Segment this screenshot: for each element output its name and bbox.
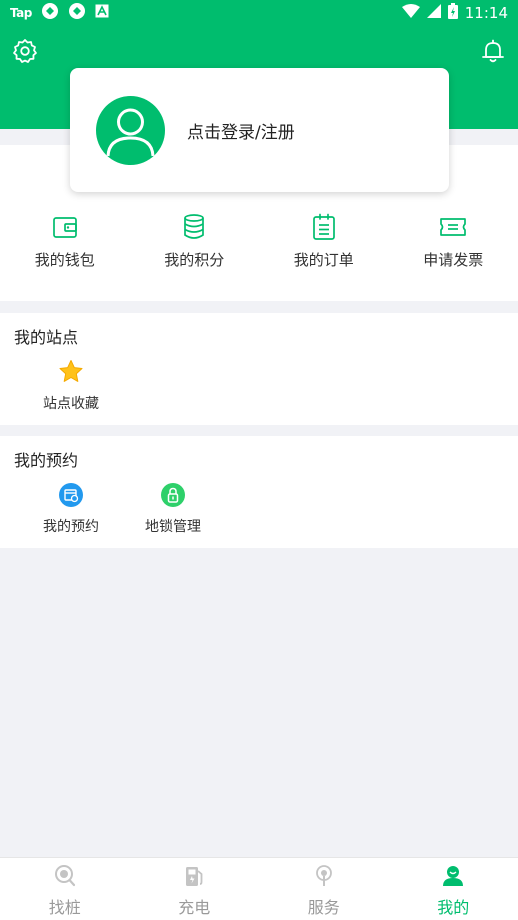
status-bar: Tap 11:14	[0, 0, 518, 26]
wifi-icon	[401, 4, 420, 22]
sync-icon	[68, 2, 86, 24]
my-stations-section: 我的站点 站点收藏	[0, 313, 518, 425]
quick-action-label: 我的订单	[293, 251, 354, 269]
quick-actions-row: 我的钱包 我的积分 我的订单 申请发票	[0, 212, 518, 282]
search-pin-icon	[54, 865, 76, 891]
clock-time: 11:14	[464, 4, 508, 22]
fuel-pump-icon	[183, 865, 205, 891]
bottom-tab-bar: 找桩 充电 服务 我的	[0, 857, 518, 920]
section-title: 我的站点	[14, 328, 79, 347]
orders-button[interactable]: 我的订单	[259, 212, 389, 282]
section-item-label: 我的预约	[43, 519, 99, 535]
ground-lock-button[interactable]: 地锁管理	[122, 482, 224, 536]
quick-action-label: 我的钱包	[34, 251, 95, 269]
tab-label: 找桩	[48, 898, 81, 917]
settings-button[interactable]	[10, 38, 40, 68]
station-favorites-button[interactable]: 站点收藏	[20, 359, 122, 413]
tab-find-charger[interactable]: 找桩	[0, 858, 130, 920]
reservations-button[interactable]: 我的预约	[20, 482, 122, 536]
bell-icon	[480, 38, 506, 68]
sync-icon	[41, 2, 59, 24]
tab-services[interactable]: 服务	[259, 858, 389, 920]
section-item-label: 地锁管理	[145, 519, 201, 535]
tab-label: 我的	[437, 898, 470, 917]
lock-icon	[161, 482, 185, 508]
invoice-button[interactable]: 申请发票	[389, 212, 518, 282]
section-item-label: 站点收藏	[43, 396, 99, 412]
quick-action-label: 我的积分	[164, 251, 225, 269]
status-system: 11:14	[401, 3, 508, 23]
order-list-icon	[312, 212, 336, 242]
tab-label: 充电	[178, 898, 211, 917]
tab-label: 服务	[307, 898, 340, 917]
tab-charge[interactable]: 充电	[130, 858, 260, 920]
app-notification-icon	[95, 4, 109, 22]
section-title: 我的预约	[14, 451, 79, 470]
login-card[interactable]: 点击登录/注册	[70, 68, 449, 192]
calendar-clock-icon	[59, 482, 83, 508]
tab-me[interactable]: 我的	[389, 858, 518, 920]
battery-icon	[447, 3, 458, 23]
cellular-signal-icon	[426, 4, 441, 22]
ticket-icon	[439, 212, 467, 242]
status-notifications: Tap	[10, 2, 109, 24]
gear-icon	[12, 38, 38, 68]
person-icon	[442, 865, 464, 891]
avatar[interactable]	[96, 95, 165, 165]
wallet-icon	[52, 212, 78, 242]
points-button[interactable]: 我的积分	[130, 212, 260, 282]
carrier-text: Tap	[10, 6, 32, 20]
signal-pin-icon	[313, 865, 335, 891]
wallet-button[interactable]: 我的钱包	[0, 212, 130, 282]
notifications-button[interactable]	[478, 38, 508, 68]
my-reservations-section: 我的预约 我的预约 地锁管理	[0, 436, 518, 548]
coins-stack-icon	[181, 212, 207, 242]
star-icon	[58, 359, 84, 385]
login-prompt[interactable]: 点击登录/注册	[187, 118, 295, 143]
quick-action-label: 申请发票	[423, 251, 484, 269]
default-user-icon	[106, 108, 155, 156]
